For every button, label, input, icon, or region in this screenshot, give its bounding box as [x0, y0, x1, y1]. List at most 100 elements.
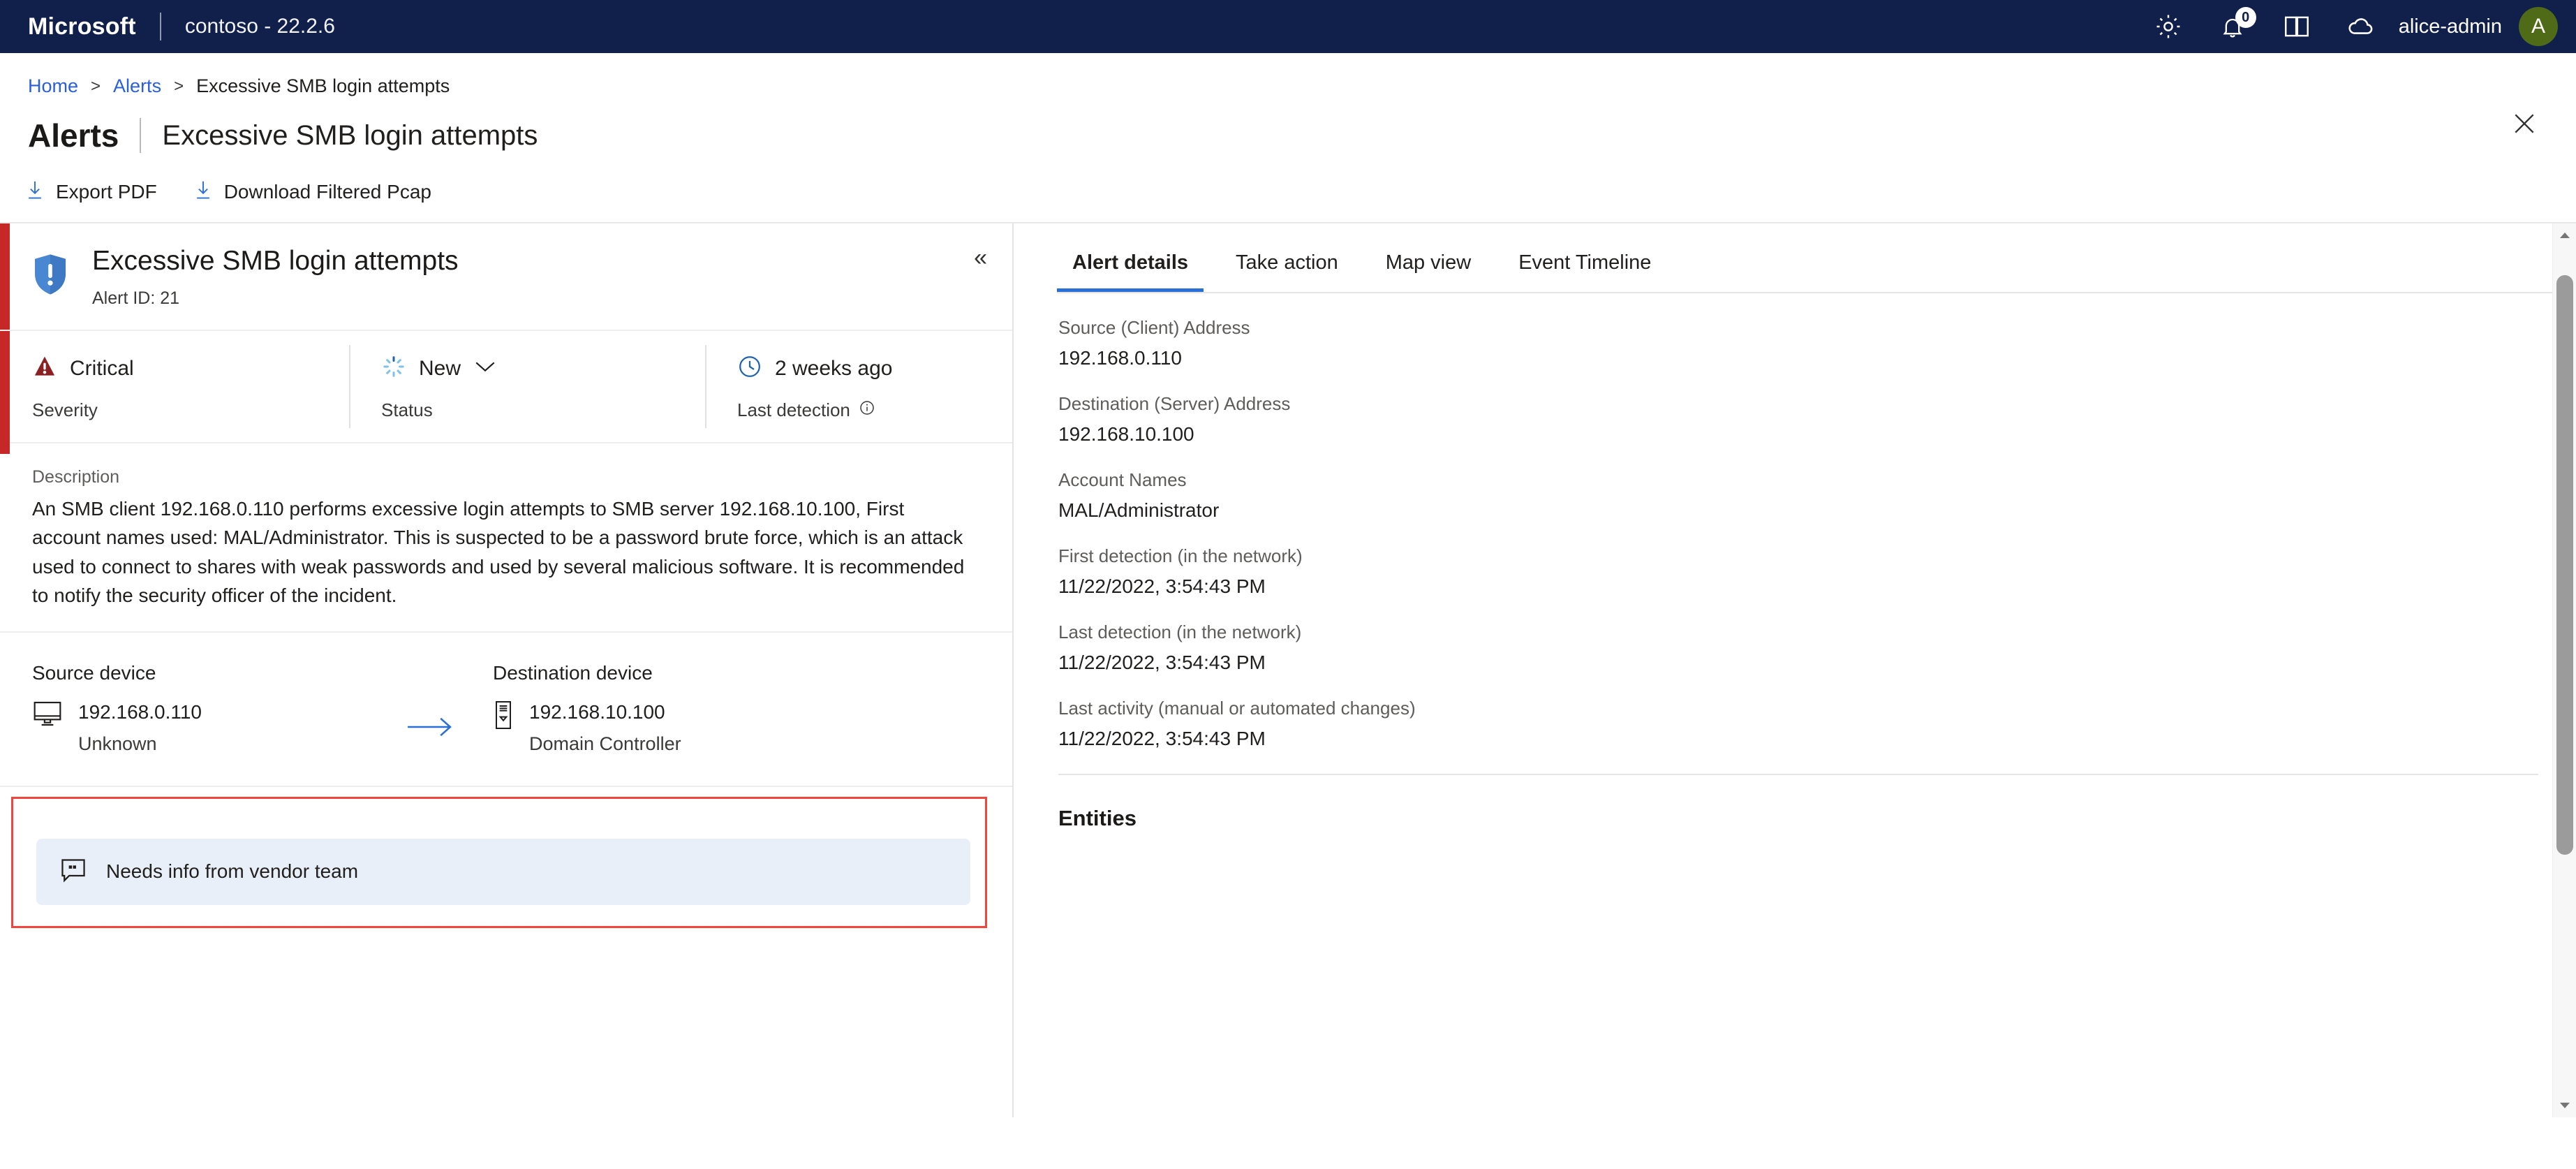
source-device-ip[interactable]: 192.168.0.110	[78, 701, 202, 723]
source-device-heading: Source device	[32, 661, 156, 684]
page-title: Alerts	[28, 117, 119, 154]
last-detection-value: 2 weeks ago	[775, 356, 893, 380]
field-label: Destination (Server) Address	[1058, 393, 1291, 414]
breadcrumb: Home > Alerts > Excessive SMB login atte…	[0, 53, 2576, 97]
field-label: Account Names	[1058, 469, 1187, 490]
last-detection-cell: 2 weeks ago Last detection	[705, 331, 1012, 442]
source-device-meta: 192.168.0.110 Unknown	[78, 700, 202, 755]
close-icon[interactable]	[2505, 104, 2544, 143]
devices-block: Source device 192.168.0.110 Unknown Dest…	[0, 633, 1012, 787]
description-block: Description An SMB client 192.168.0.110 …	[0, 443, 1012, 633]
comment-zone: Needs info from vendor team	[0, 787, 1012, 928]
server-icon	[493, 700, 514, 734]
status-cell: New Status	[349, 331, 705, 442]
alert-details-panel: Alert details Take action Map view Event…	[1014, 223, 2576, 1117]
download-filtered-pcap-label: Download Filtered Pcap	[223, 180, 431, 203]
scrollbar-thumb[interactable]	[2556, 275, 2573, 855]
download-icon	[25, 179, 45, 204]
breadcrumb-item-current: Excessive SMB login attempts	[196, 75, 450, 96]
topbar-icon-group: 0	[2152, 7, 2378, 43]
field-value: 11/22/2022, 3:54:43 PM	[1058, 728, 1266, 749]
source-device-row: 192.168.0.110 Unknown	[32, 700, 367, 755]
destination-device-row: 192.168.10.100 Domain Controller	[493, 700, 828, 755]
alert-header: Excessive SMB login attempts Alert ID: 2…	[0, 223, 1012, 331]
alert-id-label: Alert ID: 21	[92, 288, 180, 308]
severity-value: Critical	[70, 356, 134, 380]
source-device-type: Unknown	[78, 733, 157, 754]
vertical-scrollbar[interactable]	[2552, 223, 2576, 1117]
status-value: New	[419, 356, 461, 380]
description-label: Description	[32, 466, 120, 487]
download-icon	[193, 179, 213, 204]
field-value: 11/22/2022, 3:54:43 PM	[1058, 575, 1266, 597]
description-text: An SMB client 192.168.0.110 performs exc…	[32, 497, 965, 607]
bell-icon[interactable]: 0	[2216, 7, 2256, 43]
monitor-icon	[32, 700, 63, 731]
chevron-down-icon[interactable]	[473, 358, 497, 378]
detail-field: Destination (Server) Address 192.168.10.…	[1058, 393, 2576, 446]
tab-bar: Alert details Take action Map view Event…	[1057, 223, 2576, 293]
field-label: Source (Client) Address	[1058, 317, 1250, 338]
detail-field: Last detection (in the network) 11/22/20…	[1058, 622, 2576, 674]
breadcrumb-separator: >	[174, 76, 184, 96]
comment-card[interactable]: Needs info from vendor team	[36, 838, 970, 905]
last-detection-value-row: 2 weeks ago	[737, 349, 1012, 388]
tab-event-timeline[interactable]: Event Timeline	[1503, 239, 1666, 292]
severity-warning-icon	[32, 354, 57, 383]
field-value: MAL/Administrator	[1058, 499, 1220, 521]
entities-section-title: Entities	[1058, 806, 1137, 830]
destination-device-type: Domain Controller	[529, 733, 681, 754]
destination-device-ip[interactable]: 192.168.10.100	[529, 701, 681, 723]
severity-cell: Critical Severity	[0, 331, 349, 442]
export-pdf-button[interactable]: Export PDF	[25, 179, 157, 204]
gear-icon[interactable]	[2152, 10, 2185, 43]
page-subtitle: Excessive SMB login attempts	[162, 119, 538, 151]
breadcrumb-separator: >	[91, 76, 101, 96]
detail-field: Source (Client) Address 192.168.0.110	[1058, 317, 2576, 369]
severity-value-row: Critical	[32, 349, 349, 388]
detail-field-list: Source (Client) Address 192.168.0.110 De…	[1057, 293, 2576, 831]
breadcrumb-item-home[interactable]: Home	[28, 75, 78, 97]
detail-field: First detection (in the network) 11/22/2…	[1058, 545, 2576, 598]
info-icon[interactable]	[859, 399, 875, 421]
collapse-panel-icon[interactable]: «	[974, 246, 987, 270]
field-label: Last detection (in the network)	[1058, 622, 1302, 642]
alert-header-text: Excessive SMB login attempts Alert ID: 2…	[92, 246, 459, 309]
tab-alert-details[interactable]: Alert details	[1057, 239, 1204, 292]
cloud-icon[interactable]	[2344, 10, 2378, 43]
destination-device-block: Destination device 192.168.10.100 Domain…	[493, 662, 828, 755]
tab-take-action[interactable]: Take action	[1220, 239, 1354, 292]
download-filtered-pcap-button[interactable]: Download Filtered Pcap	[193, 179, 431, 204]
book-icon[interactable]	[2280, 10, 2314, 43]
destination-device-meta: 192.168.10.100 Domain Controller	[529, 700, 681, 755]
severity-label: Severity	[32, 399, 349, 421]
user-name-label[interactable]: alice-admin	[2399, 15, 2502, 38]
comment-text: Needs info from vendor team	[106, 860, 359, 883]
alert-summary-panel: Excessive SMB login attempts Alert ID: 2…	[0, 223, 1014, 1117]
brand-divider	[159, 13, 161, 41]
scroll-down-arrow-icon[interactable]	[2553, 1094, 2576, 1117]
content-area: Excessive SMB login attempts Alert ID: 2…	[0, 223, 2576, 1117]
page-header: Alerts Excessive SMB login attempts	[0, 97, 2576, 154]
alert-title: Excessive SMB login attempts	[92, 246, 459, 276]
tab-map-view[interactable]: Map view	[1370, 239, 1487, 292]
destination-device-heading: Destination device	[493, 661, 653, 684]
breadcrumb-item-alerts[interactable]: Alerts	[113, 75, 161, 97]
field-label: First detection (in the network)	[1058, 545, 1303, 566]
microsoft-logo-text[interactable]: Microsoft	[28, 13, 136, 41]
title-divider	[140, 118, 142, 153]
field-value: 192.168.0.110	[1058, 347, 1182, 369]
comment-icon	[59, 857, 88, 887]
scrollbar-track[interactable]	[2553, 247, 2576, 1094]
status-label: Status	[381, 399, 705, 421]
scroll-up-arrow-icon[interactable]	[2553, 223, 2576, 247]
avatar[interactable]: A	[2519, 7, 2558, 46]
status-label-text: Status	[381, 399, 433, 420]
notification-count-badge: 0	[2235, 7, 2256, 28]
source-device-block: Source device 192.168.0.110 Unknown	[32, 662, 367, 755]
last-detection-label-text: Last detection	[737, 399, 850, 420]
export-pdf-label: Export PDF	[56, 180, 157, 203]
field-value: 192.168.10.100	[1058, 423, 1194, 445]
status-value-row: New	[381, 349, 705, 388]
severity-label-text: Severity	[32, 399, 98, 420]
